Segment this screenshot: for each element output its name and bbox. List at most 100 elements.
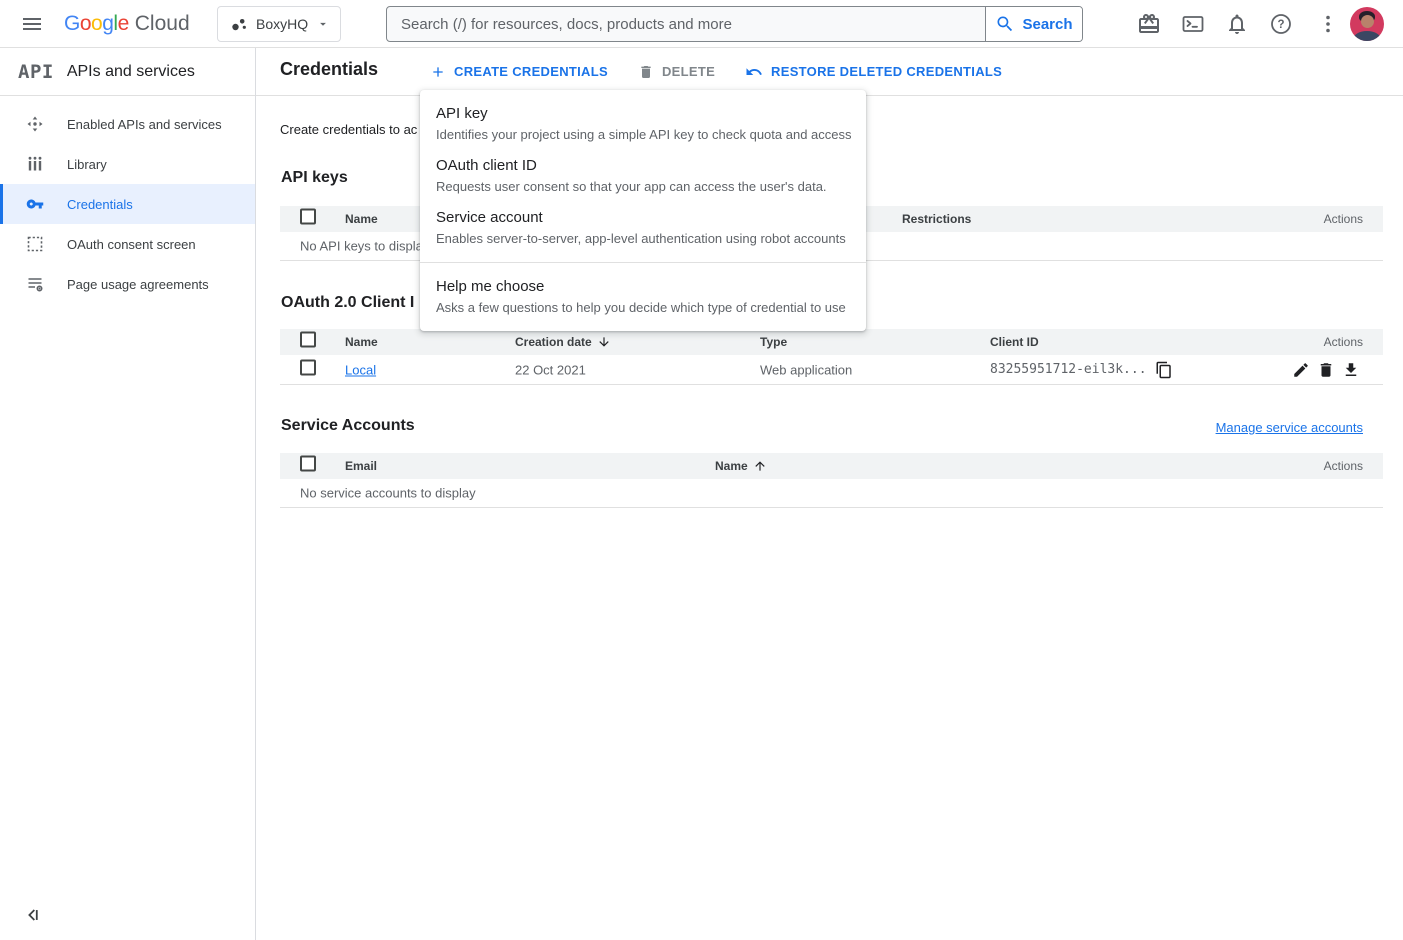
row-actions <box>1292 361 1360 379</box>
gift-icon[interactable] <box>1137 12 1161 36</box>
key-icon <box>26 195 44 213</box>
column-header-client-id: Client ID <box>990 335 1039 349</box>
creation-date-label: Creation date <box>515 335 592 349</box>
svg-text:?: ? <box>1277 19 1284 31</box>
column-header-actions: Actions <box>1324 459 1363 473</box>
search-input[interactable] <box>387 7 985 41</box>
select-all-checkbox[interactable] <box>300 209 316 225</box>
sidebar-item-label: Credentials <box>67 197 133 212</box>
project-selector[interactable]: BoxyHQ <box>217 6 341 42</box>
search-bar: Search <box>386 6 1083 42</box>
oauth-clients-title: OAuth 2.0 Client I <box>281 294 414 312</box>
copy-icon[interactable] <box>1155 361 1173 379</box>
google-cloud-console: Google Cloud BoxyHQ Search ? <box>0 0 1403 940</box>
delete-trash-icon[interactable] <box>1317 361 1335 379</box>
menu-item-title: Service account <box>436 208 850 228</box>
column-header-name[interactable]: Name <box>715 459 767 473</box>
column-header-email: Email <box>345 459 377 473</box>
menu-item-title: API key <box>436 104 850 124</box>
google-cloud-logo[interactable]: Google Cloud <box>64 0 190 48</box>
client-type: Web application <box>760 362 852 377</box>
enabled-apis-icon <box>26 115 44 133</box>
help-icon[interactable]: ? <box>1269 12 1293 36</box>
sidebar-title: APIs and services <box>67 63 195 81</box>
sidebar-item-page-usage[interactable]: Page usage agreements <box>0 264 255 304</box>
menu-item-title: Help me choose <box>436 277 850 297</box>
column-header-actions: Actions <box>1324 212 1363 226</box>
sidebar-item-credentials[interactable]: Credentials <box>0 184 255 224</box>
create-credentials-menu: API key Identifies your project using a … <box>420 90 866 331</box>
avatar-shirt <box>1353 31 1381 41</box>
oauth-header-row: Name Creation date Type Client ID Action… <box>280 329 1383 355</box>
cloud-shell-icon[interactable] <box>1181 12 1205 36</box>
column-header-type: Type <box>760 335 787 349</box>
api-product-logo: API <box>18 61 54 83</box>
menu-item-oauth-client-id[interactable]: OAuth client ID Requests user consent so… <box>420 150 866 202</box>
service-accounts-table: Email Name Actions No service accounts t… <box>280 453 1383 508</box>
user-avatar[interactable] <box>1350 7 1384 41</box>
menu-item-api-key[interactable]: API key Identifies your project using a … <box>420 98 866 150</box>
oauth-client-row: Local 22 Oct 2021 Web application 832559… <box>280 355 1383 385</box>
column-header-actions: Actions <box>1324 335 1363 349</box>
sidebar-item-label: Page usage agreements <box>67 277 209 292</box>
collapse-sidebar-icon[interactable] <box>24 906 42 924</box>
sidebar-item-label: Library <box>67 157 107 172</box>
google-logo-wordmark: Google <box>64 12 129 36</box>
client-id-cell: 83255951712-eil3k... <box>990 361 1173 379</box>
sidebar-header: API APIs and services <box>0 48 255 96</box>
column-header-name: Name <box>345 335 378 349</box>
menu-divider <box>420 262 866 263</box>
oauth-clients-table: Name Creation date Type Client ID Action… <box>280 329 1383 385</box>
column-header-name: Name <box>345 212 378 226</box>
project-name: BoxyHQ <box>256 16 308 32</box>
more-options-icon[interactable] <box>1316 12 1340 36</box>
download-icon[interactable] <box>1342 361 1360 379</box>
menu-item-description: Asks a few questions to help you decide … <box>436 299 850 317</box>
menu-item-description: Enables server-to-server, app-level auth… <box>436 230 850 248</box>
sidebar-item-library[interactable]: Library <box>0 144 255 184</box>
library-icon <box>26 155 44 173</box>
sidebar-item-label: OAuth consent screen <box>67 237 196 252</box>
avatar-face <box>1361 15 1374 28</box>
select-all-checkbox[interactable] <box>300 456 316 472</box>
sidebar: API APIs and services Enabled APIs and s… <box>0 48 256 940</box>
client-creation-date: 22 Oct 2021 <box>515 362 586 377</box>
column-header-restrictions: Restrictions <box>902 212 971 226</box>
menu-item-title: OAuth client ID <box>436 156 850 176</box>
edit-pencil-icon[interactable] <box>1292 361 1310 379</box>
menu-item-description: Requests user consent so that your app c… <box>436 178 850 196</box>
search-button-label: Search <box>1022 16 1072 33</box>
service-accounts-title: Service Accounts <box>281 417 415 435</box>
manage-service-accounts-link[interactable]: Manage service accounts <box>1216 420 1363 435</box>
api-keys-empty-text: No API keys to displa <box>300 239 423 254</box>
service-accounts-empty-row: No service accounts to display <box>280 479 1383 508</box>
column-header-creation-date[interactable]: Creation date <box>515 335 611 349</box>
menu-item-description: Identifies your project using a simple A… <box>436 126 850 144</box>
agreements-icon <box>26 275 44 293</box>
service-accounts-empty-text: No service accounts to display <box>300 486 476 501</box>
notifications-bell-icon[interactable] <box>1225 12 1249 36</box>
search-icon <box>995 14 1015 34</box>
client-name-link[interactable]: Local <box>345 362 376 377</box>
menu-item-help-me-choose[interactable]: Help me choose Asks a few questions to h… <box>420 271 866 323</box>
api-keys-title: API keys <box>281 169 348 187</box>
cloud-logo-text: Cloud <box>135 12 190 36</box>
sort-ascending-icon <box>753 459 767 473</box>
menu-icon[interactable] <box>20 12 44 36</box>
sidebar-item-oauth-consent[interactable]: OAuth consent screen <box>0 224 255 264</box>
chevron-down-icon <box>316 17 330 31</box>
search-button[interactable]: Search <box>985 7 1082 41</box>
row-checkbox[interactable] <box>300 359 316 375</box>
select-all-checkbox[interactable] <box>300 332 316 348</box>
sidebar-item-label: Enabled APIs and services <box>67 117 222 132</box>
menu-item-service-account[interactable]: Service account Enables server-to-server… <box>420 202 866 254</box>
sa-name-label: Name <box>715 459 748 473</box>
client-id-value: 83255951712-eil3k... <box>990 362 1147 377</box>
consent-screen-icon <box>26 235 44 253</box>
sidebar-item-enabled-apis[interactable]: Enabled APIs and services <box>0 104 255 144</box>
top-bar: Google Cloud BoxyHQ Search ? <box>0 0 1403 48</box>
sort-descending-icon <box>597 335 611 349</box>
service-accounts-header-row: Email Name Actions <box>280 453 1383 479</box>
project-icon <box>228 14 248 34</box>
sidebar-nav: Enabled APIs and services Library Creden… <box>0 96 255 304</box>
